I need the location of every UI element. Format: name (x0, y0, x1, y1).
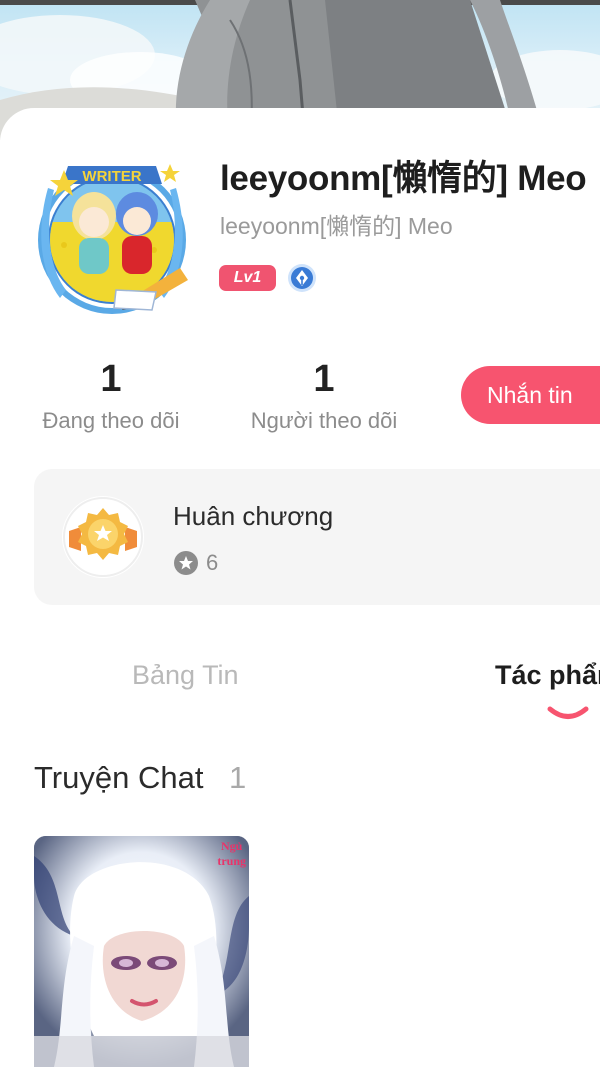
section-title: Truyện Chat (34, 760, 204, 795)
tab-works[interactable]: Tác phẩm (495, 660, 600, 691)
story-cover-text: Ngủ trung (217, 839, 246, 868)
followers-stat[interactable]: 1 Người theo dõi (238, 358, 410, 434)
message-button[interactable]: Nhắn tin (461, 366, 600, 424)
medals-panel[interactable]: Huân chương 6 (34, 469, 600, 605)
pen-nib-icon[interactable] (287, 263, 317, 293)
avatar-image: WRITER (38, 164, 188, 314)
story-cover-image (34, 836, 249, 1067)
profile-name: leeyoonm[懶惰的] Meo (220, 159, 587, 198)
medals-title: Huân chương (173, 501, 334, 531)
avatar-writer-text: WRITER (82, 168, 141, 185)
star-badge-icon (174, 551, 198, 575)
followers-count: 1 (313, 358, 335, 400)
profile-screen: WRITER leeyoonm[懶惰的] Meo leeyoonm[懶惰的] M… (0, 0, 600, 1067)
level-badge[interactable]: Lv1 (219, 265, 276, 291)
active-tab-indicator (547, 706, 589, 719)
following-stat[interactable]: 1 Đang theo dõi (30, 358, 192, 434)
story-card[interactable]: Ngủ trung (34, 836, 249, 1067)
following-label: Đang theo dõi (42, 408, 180, 433)
profile-username: leeyoonm[懶惰的] Meo (220, 213, 453, 239)
following-count: 1 (100, 358, 122, 400)
avatar[interactable]: WRITER (34, 150, 190, 318)
medal-icon (62, 496, 144, 578)
section-count: 1 (229, 760, 247, 795)
followers-label: Người theo dõi (250, 408, 398, 433)
medals-count: 6 (206, 550, 219, 575)
tab-feed[interactable]: Bảng Tin (132, 660, 239, 691)
